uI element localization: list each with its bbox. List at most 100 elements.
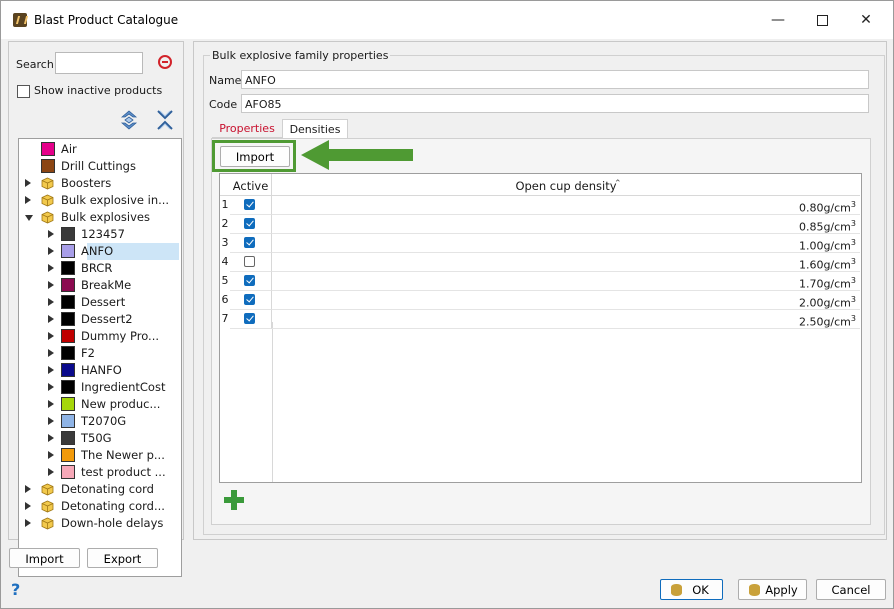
chevron-right-icon[interactable] bbox=[48, 417, 54, 425]
density-cell[interactable]: 2.00g/cm3 bbox=[272, 291, 860, 310]
color-swatch-icon bbox=[61, 346, 75, 360]
active-cell bbox=[230, 215, 272, 234]
color-swatch-icon bbox=[61, 244, 75, 258]
search-input[interactable] bbox=[55, 52, 143, 74]
chevron-right-icon[interactable] bbox=[48, 366, 54, 374]
cancel-button[interactable]: Cancel bbox=[816, 579, 886, 600]
density-cell[interactable]: 0.80g/cm3 bbox=[272, 196, 860, 215]
tree-item[interactable]: T50G bbox=[19, 430, 179, 447]
chevron-right-icon[interactable] bbox=[48, 400, 54, 408]
color-swatch-icon bbox=[61, 397, 75, 411]
tree-item[interactable]: Detonating cord... bbox=[19, 498, 179, 515]
row-number: 3 bbox=[221, 236, 229, 249]
chevron-right-icon[interactable] bbox=[48, 383, 54, 391]
chevron-right-icon[interactable] bbox=[48, 247, 54, 255]
chevron-right-icon[interactable] bbox=[25, 179, 31, 187]
chevron-right-icon[interactable] bbox=[25, 502, 31, 510]
collapse-all-icon[interactable] bbox=[155, 109, 175, 131]
unit-exponent: 3 bbox=[850, 257, 856, 266]
column-header-active[interactable]: Active bbox=[230, 174, 272, 196]
chevron-right-icon[interactable] bbox=[48, 315, 54, 323]
chevron-right-icon[interactable] bbox=[48, 298, 54, 306]
clear-search-icon[interactable] bbox=[158, 55, 172, 69]
tree-item[interactable]: Drill Cuttings bbox=[19, 158, 179, 175]
tab-densities[interactable]: Densities bbox=[282, 119, 348, 138]
density-cell[interactable]: 1.70g/cm3 bbox=[272, 272, 860, 291]
tree-item[interactable]: New produc... bbox=[19, 396, 179, 413]
row-number: 4 bbox=[221, 255, 229, 268]
color-swatch-icon bbox=[61, 312, 75, 326]
tree-item[interactable]: Detonating cord bbox=[19, 481, 179, 498]
tab-properties[interactable]: Properties bbox=[212, 119, 282, 138]
active-checkbox[interactable] bbox=[244, 199, 255, 210]
tree-item[interactable]: Dummy Pro... bbox=[19, 328, 179, 345]
expand-all-icon[interactable] bbox=[119, 109, 139, 131]
chevron-right-icon[interactable] bbox=[25, 196, 31, 204]
active-checkbox[interactable] bbox=[244, 256, 255, 267]
minimize-button[interactable]: — bbox=[767, 10, 789, 30]
chevron-right-icon[interactable] bbox=[48, 332, 54, 340]
chevron-right-icon[interactable] bbox=[48, 349, 54, 357]
product-box-icon bbox=[41, 177, 54, 190]
density-cell[interactable]: 2.50g/cm3 bbox=[272, 310, 860, 329]
chevron-right-icon[interactable] bbox=[48, 451, 54, 459]
color-swatch-icon bbox=[61, 227, 75, 241]
chevron-right-icon[interactable] bbox=[48, 468, 54, 476]
chevron-right-icon[interactable] bbox=[48, 230, 54, 238]
active-checkbox[interactable] bbox=[244, 313, 255, 324]
tree-item[interactable]: ANFO bbox=[19, 243, 179, 260]
tree-item[interactable]: IngredientCost bbox=[19, 379, 179, 396]
row-number: 2 bbox=[221, 217, 229, 230]
tree-item[interactable]: HANFO bbox=[19, 362, 179, 379]
chevron-right-icon[interactable] bbox=[25, 485, 31, 493]
tree-item[interactable]: Bulk explosive in... bbox=[19, 192, 179, 209]
tree-item[interactable]: Dessert2 bbox=[19, 311, 179, 328]
import-products-button[interactable]: Import bbox=[9, 548, 80, 568]
product-tree[interactable]: Air Drill Cuttings Boosters Bulk explosive … bbox=[18, 138, 182, 577]
density-cell[interactable]: 0.85g/cm3 bbox=[272, 215, 860, 234]
tree-item[interactable]: BreakMe bbox=[19, 277, 179, 294]
active-checkbox[interactable] bbox=[244, 294, 255, 305]
add-density-icon[interactable] bbox=[224, 490, 244, 510]
tree-item[interactable]: Boosters bbox=[19, 175, 179, 192]
apply-label: Apply bbox=[765, 583, 798, 597]
tree-item[interactable]: T2070G bbox=[19, 413, 179, 430]
row-number: 5 bbox=[221, 274, 229, 287]
tree-item[interactable]: BRCR bbox=[19, 260, 179, 277]
density-cell[interactable]: 1.60g/cm3 bbox=[272, 253, 860, 272]
chevron-right-icon[interactable] bbox=[25, 519, 31, 527]
tree-item[interactable]: test product ... bbox=[19, 464, 179, 481]
column-header-density[interactable]: ⌃ Open cup density bbox=[272, 174, 860, 196]
show-inactive-checkbox[interactable] bbox=[17, 85, 30, 98]
chevron-right-icon[interactable] bbox=[48, 264, 54, 272]
close-button[interactable]: ✕ bbox=[855, 10, 877, 30]
densities-table[interactable]: Active ⌃ Open cup density 1 0.80g/cm3 2 0.8… bbox=[219, 173, 862, 483]
tree-item[interactable]: Dessert bbox=[19, 294, 179, 311]
tree-item[interactable]: Bulk explosives bbox=[19, 209, 179, 226]
tree-item-label: Dummy Pro... bbox=[81, 329, 160, 343]
row-number: 1 bbox=[221, 198, 229, 211]
maximize-button[interactable] bbox=[811, 10, 833, 30]
active-checkbox[interactable] bbox=[244, 275, 255, 286]
chevron-right-icon[interactable] bbox=[48, 434, 54, 442]
tree-item[interactable]: Down-hole delays bbox=[19, 515, 179, 532]
tree-item-label: Air bbox=[61, 142, 77, 156]
export-products-button[interactable]: Export bbox=[87, 548, 158, 568]
name-field[interactable]: ANFO bbox=[241, 70, 869, 89]
ok-button[interactable]: OK bbox=[660, 579, 723, 600]
tree-item[interactable]: The Newer p... bbox=[19, 447, 179, 464]
tree-item[interactable]: 123457 bbox=[19, 226, 179, 243]
code-field[interactable]: AFO85 bbox=[241, 94, 869, 113]
active-checkbox[interactable] bbox=[244, 218, 255, 229]
apply-button[interactable]: Apply bbox=[738, 579, 807, 600]
search-label: Search bbox=[16, 58, 54, 71]
active-checkbox[interactable] bbox=[244, 237, 255, 248]
chevron-down-icon[interactable] bbox=[25, 215, 33, 221]
row-number: 7 bbox=[221, 312, 229, 325]
tree-item[interactable]: F2 bbox=[19, 345, 179, 362]
help-icon[interactable]: ? bbox=[11, 580, 20, 599]
tree-item[interactable]: Air bbox=[19, 141, 179, 158]
density-cell[interactable]: 1.00g/cm3 bbox=[272, 234, 860, 253]
tree-item-label: Drill Cuttings bbox=[61, 159, 136, 173]
chevron-right-icon[interactable] bbox=[48, 281, 54, 289]
